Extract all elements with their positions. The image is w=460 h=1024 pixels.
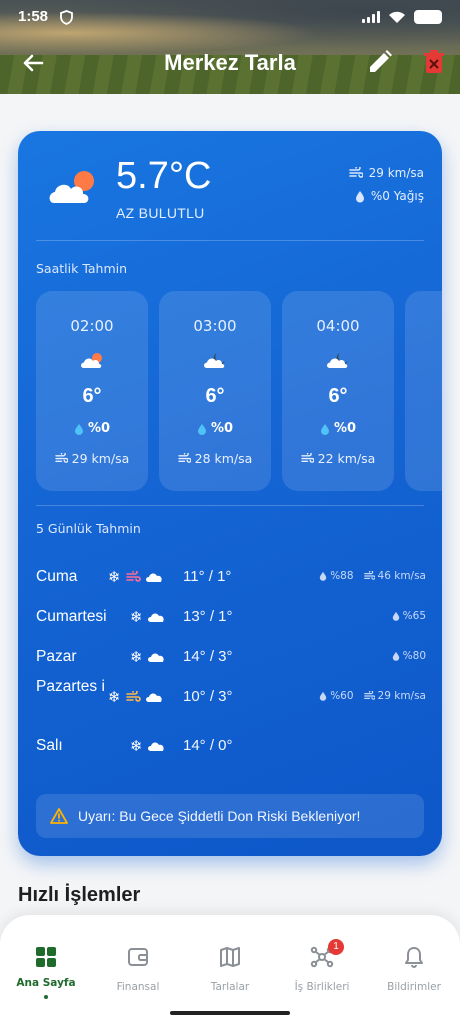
snowflake-icon: ❄	[108, 688, 121, 706]
partly-cloudy-day-icon	[49, 171, 94, 203]
wind-icon	[348, 167, 363, 178]
snowflake-icon: ❄	[108, 568, 121, 586]
current-condition: AZ BULUTLU	[116, 205, 205, 221]
delete-trash-icon[interactable]	[420, 48, 448, 76]
cloud-icon	[147, 653, 164, 662]
grid-icon	[36, 947, 56, 967]
shield-icon	[60, 10, 73, 25]
daily-row[interactable]: Cuma ❄ 11° / 1° %88 46 km/sa	[36, 558, 426, 598]
wind-icon	[54, 453, 68, 463]
hourly-forecast-list[interactable]: 02:00 6° %0 29 km/sa 03:00 6° %0 28 km/s…	[36, 291, 442, 491]
wind-icon	[300, 453, 314, 463]
nav-item-finance[interactable]: Finansal	[92, 945, 184, 1005]
nav-item-collaborations[interactable]: 1 İş Birlikleri	[276, 939, 368, 1005]
header-banner: 1:58 Merkez Tarla	[0, 0, 460, 94]
current-temperature: 5.7°C	[116, 155, 212, 197]
snowflake-icon: ❄	[130, 737, 143, 755]
daily-row[interactable]: Pazar ❄ 14° / 3° %80	[36, 638, 426, 678]
raindrop-icon	[320, 572, 327, 581]
cloud-icon	[145, 693, 162, 702]
partly-cloudy-night-icon	[327, 353, 348, 368]
daily-row[interactable]: Cumartesi ❄ 13° / 1° %65	[36, 598, 426, 638]
daily-row[interactable]: Pazartes i ❄ 10° / 3° %60 29 km/sa	[36, 678, 426, 718]
hourly-card[interactable]: 02:00 6° %0 29 km/sa	[36, 291, 148, 491]
current-wind: 29 km/sa	[348, 166, 424, 180]
battery-icon	[414, 10, 442, 24]
signal-icon	[362, 11, 380, 23]
map-icon	[220, 947, 240, 967]
wifi-icon	[389, 11, 405, 23]
partly-cloudy-night-icon	[204, 353, 225, 368]
raindrop-icon	[320, 423, 329, 435]
wind-icon	[125, 691, 141, 702]
edit-pencil-icon[interactable]	[366, 48, 394, 76]
bell-icon	[405, 947, 423, 968]
current-rain: %0 Yağış	[355, 189, 424, 203]
status-time: 1:58	[18, 8, 49, 25]
nav-item-notifications[interactable]: Bildirimler	[368, 945, 460, 1005]
hourly-card[interactable]: 04:00 6° %0 22 km/sa	[282, 291, 394, 491]
quick-actions-title: Hızlı İşlemler	[18, 884, 141, 906]
raindrop-icon	[355, 190, 364, 202]
partly-cloudy-day-icon	[81, 353, 102, 368]
raindrop-icon	[320, 692, 327, 701]
hourly-card[interactable]: 03:00 6° %0 28 km/sa	[159, 291, 271, 491]
active-indicator-dot	[44, 995, 48, 999]
daily-forecast-label: 5 Günlük Tahmin	[36, 521, 141, 536]
wind-icon	[177, 453, 191, 463]
raindrop-icon	[392, 612, 399, 621]
wind-icon	[125, 571, 141, 582]
frost-warning-banner: Uyarı: Bu Gece Şiddetli Don Riski Beklen…	[36, 794, 424, 838]
nav-item-fields[interactable]: Tarlalar	[184, 945, 276, 1005]
nav-item-home[interactable]: Ana Sayfa	[0, 945, 92, 1005]
snowflake-icon: ❄	[130, 648, 143, 666]
wind-icon	[363, 571, 375, 580]
bottom-navigation: Ana Sayfa Finansal Tarlalar 1 İş Birlikl…	[0, 915, 460, 1024]
snowflake-icon: ❄	[130, 608, 143, 626]
cloud-icon	[147, 742, 164, 751]
warning-text: Uyarı: Bu Gece Şiddetli Don Riski Beklen…	[78, 808, 361, 824]
raindrop-icon	[74, 423, 83, 435]
status-bar: 1:58	[0, 0, 460, 34]
cloud-icon	[147, 613, 164, 622]
weather-card: 5.7°C AZ BULUTLU 29 km/sa %0 Yağış Saatl…	[18, 131, 442, 856]
hourly-card[interactable]	[405, 291, 442, 491]
wallet-icon	[128, 948, 148, 966]
raindrop-icon	[197, 423, 206, 435]
hourly-forecast-label: Saatlik Tahmin	[36, 261, 128, 276]
wind-icon	[363, 691, 375, 700]
cloud-icon	[145, 573, 162, 582]
home-indicator	[170, 1011, 290, 1015]
warning-triangle-icon	[50, 808, 68, 824]
notification-badge: 1	[328, 939, 344, 955]
daily-row[interactable]: Salı ❄ 14° / 0°	[36, 727, 426, 767]
raindrop-icon	[392, 652, 399, 661]
